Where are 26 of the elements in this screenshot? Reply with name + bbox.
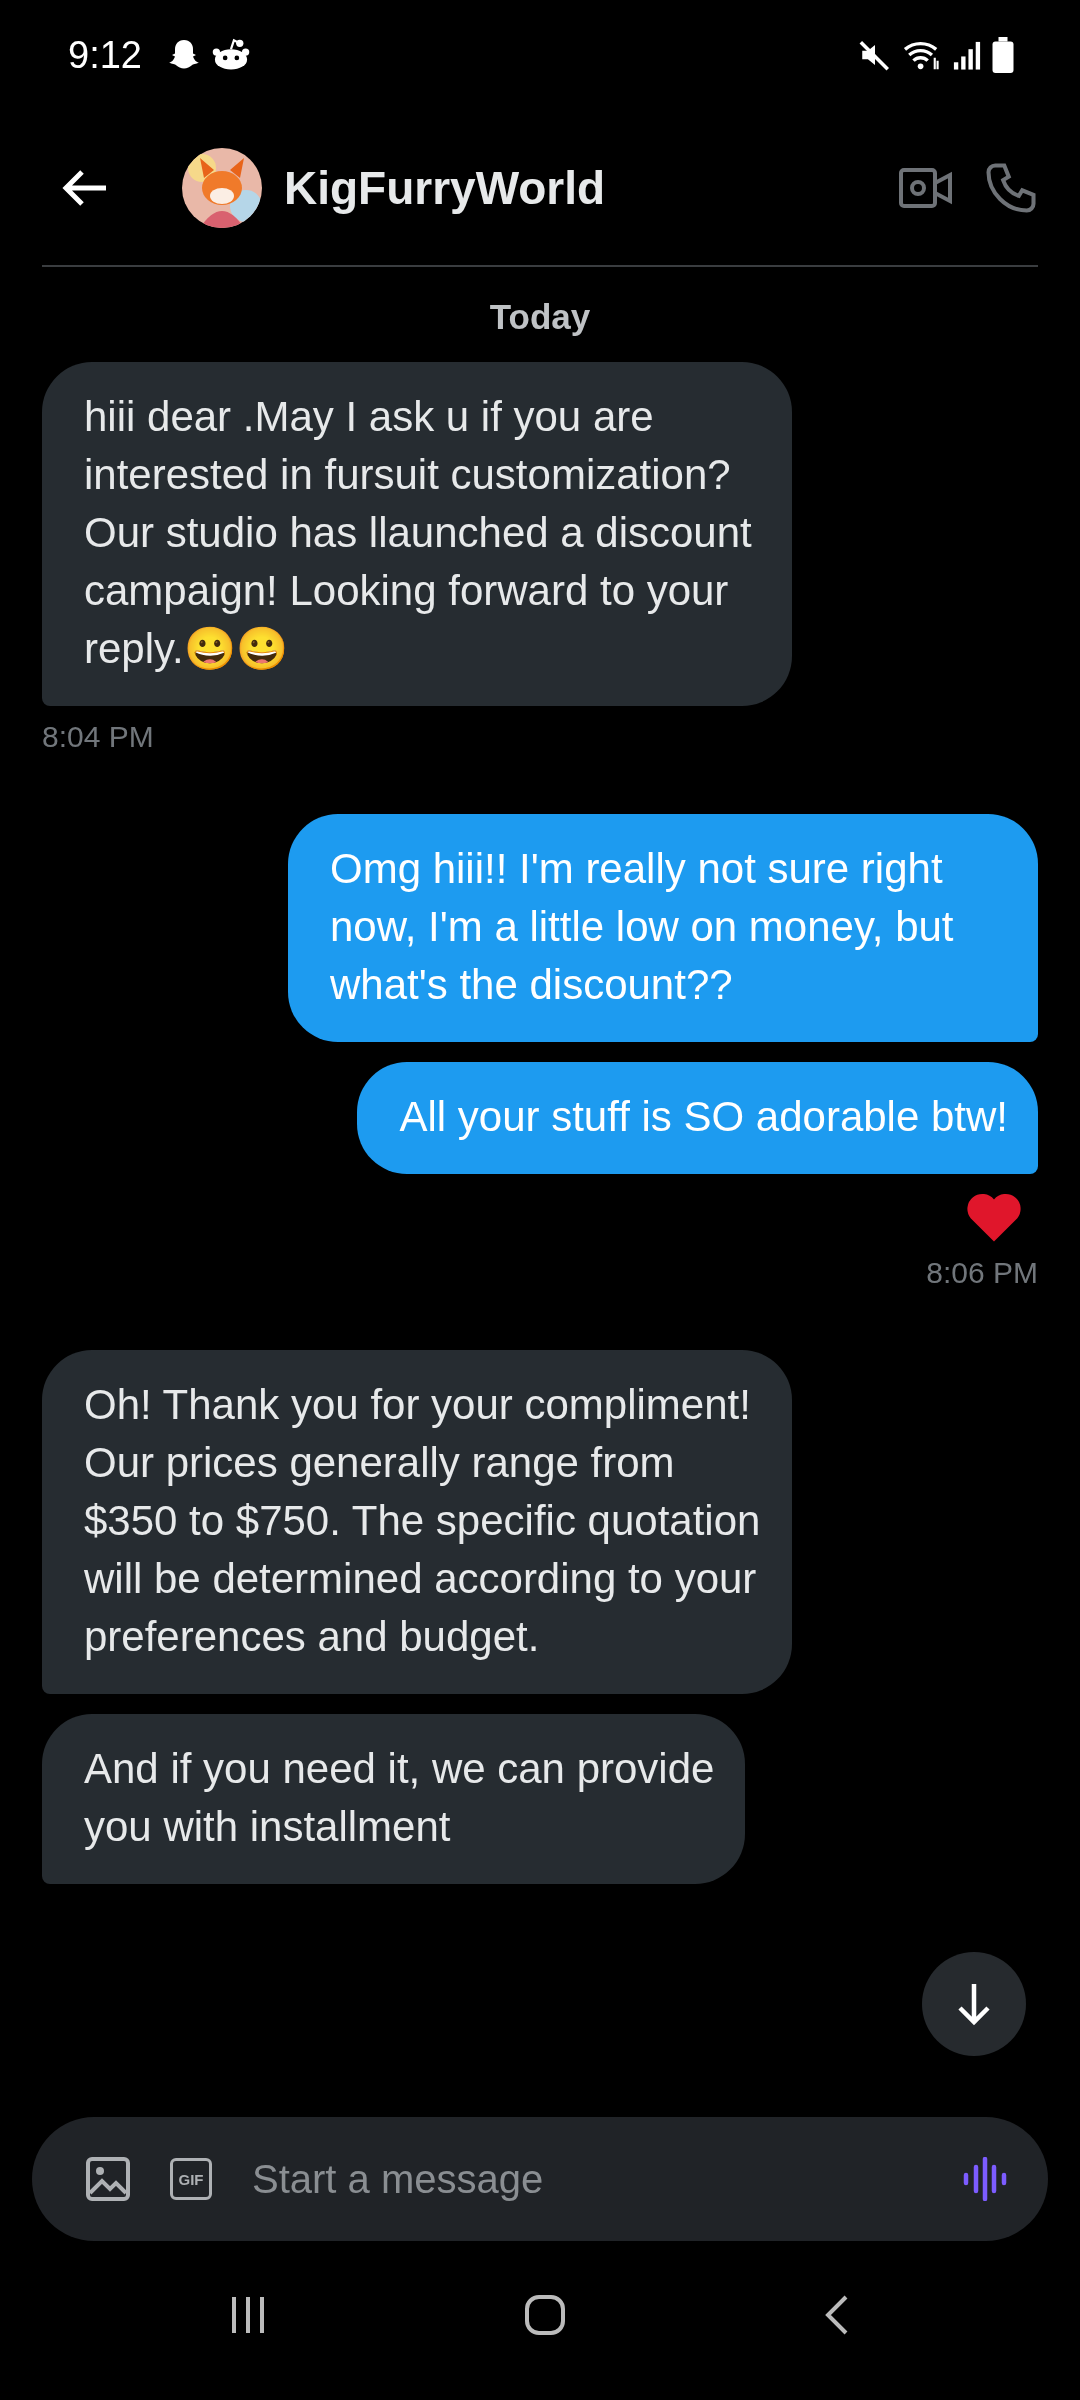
date-label: Today: [488, 297, 592, 337]
video-call-button[interactable]: [898, 165, 954, 210]
phone-icon: [984, 160, 1038, 215]
received-message: hiii dear .May I ask u if you are interested in fursuit customization?Our studio has llaunched a discount campaign! Looking forward to your reply.😀😀: [42, 362, 792, 706]
received-message: Oh! Thank you for your compliment! Our prices generally range from $350 to $750. The specific quotation will be determined according to your preferences and budget.: [42, 1350, 792, 1694]
home-icon: [524, 2294, 566, 2336]
image-icon: [84, 2155, 132, 2203]
received-message: And if you need it, we can provide you with installment: [42, 1714, 745, 1884]
message-time: 8:04 PM: [42, 720, 155, 754]
video-camera-icon: [898, 165, 954, 210]
muted-speaker-icon: [858, 38, 892, 72]
call-button[interactable]: [984, 160, 1038, 215]
message-time: 8:06 PM: [926, 1256, 1038, 1290]
robot-head-icon: [211, 37, 250, 73]
contact-name: KigFurryWorld: [284, 160, 607, 215]
sent-message: Omg hiii!! I'm really not sure right now, I'm a little low on money, but what's the discount??: [288, 814, 1038, 1042]
sent-message: All your stuff is SO adorable btw!: [357, 1062, 1038, 1174]
message-composer[interactable]: GIF Start a message: [32, 2117, 1048, 2241]
signal-icon: [952, 39, 982, 71]
image-button[interactable]: [84, 2155, 132, 2203]
gif-button[interactable]: GIF: [170, 2158, 212, 2200]
voice-message-button[interactable]: [962, 2157, 1008, 2201]
sound-wave-icon: [962, 2157, 1008, 2201]
status-time: 9:12: [68, 33, 142, 77]
home-button[interactable]: [524, 2294, 566, 2336]
battery-icon: [992, 37, 1014, 73]
